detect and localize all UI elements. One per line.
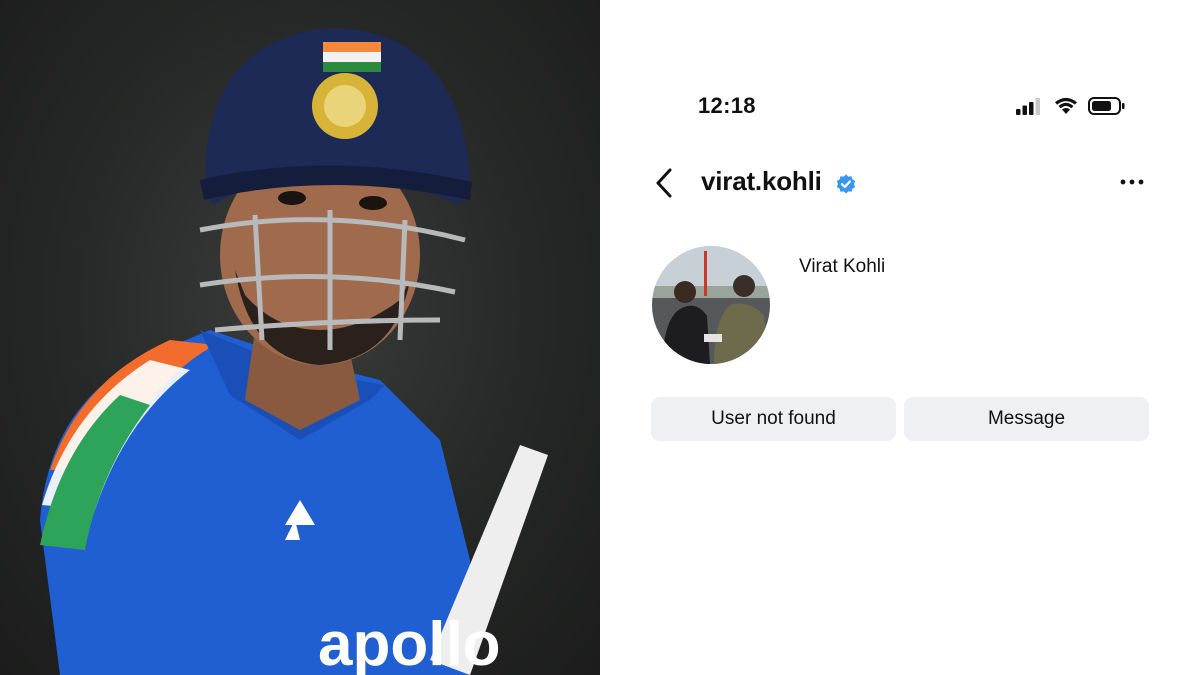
status-time: 12:18 (698, 93, 756, 118)
wifi-icon (1054, 96, 1078, 121)
back-chevron-icon (656, 168, 672, 198)
verified-badge-icon (836, 174, 856, 194)
user-not-found-button[interactable]: User not found (651, 397, 896, 441)
player-photo: apollo (0, 0, 600, 675)
more-options-button[interactable] (1118, 170, 1146, 194)
profile-username: virat.kohli (701, 166, 822, 196)
status-icons (1016, 96, 1128, 118)
player-illustration: apollo (40, 28, 548, 675)
signal-icon (1016, 96, 1044, 121)
message-button[interactable]: Message (904, 397, 1149, 441)
battery-icon (1088, 96, 1126, 121)
profile-avatar[interactable] (652, 246, 770, 364)
back-button[interactable] (652, 166, 678, 200)
jersey-sponsor-text: apollo (318, 610, 501, 675)
avatar-photo (652, 246, 770, 364)
instagram-profile-screen: 12:18 virat.kohli Virat Kohli User not f… (600, 0, 1200, 675)
profile-display-name: Virat Kohli (799, 256, 886, 277)
more-options-icon (1120, 179, 1144, 185)
